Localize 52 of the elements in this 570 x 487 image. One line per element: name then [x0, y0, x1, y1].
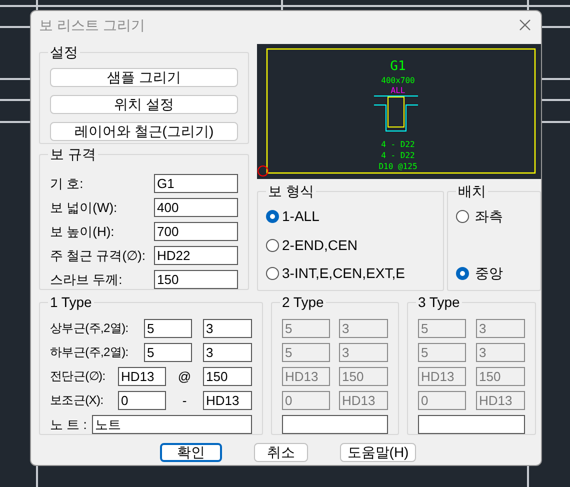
- radio-option[interactable]: 3-INT,E,CEN,EXT,E: [266, 263, 443, 284]
- radio-button[interactable]: [456, 267, 469, 280]
- input-field[interactable]: 700: [154, 222, 238, 241]
- input-field[interactable]: 노트: [92, 415, 252, 434]
- beam-section-drawing: [374, 96, 418, 132]
- rebar-label: 4 - D22: [381, 151, 415, 160]
- settings-button[interactable]: 레이어와 철근(그리기): [50, 122, 238, 141]
- dialog-button[interactable]: 취소: [254, 443, 308, 462]
- input-field[interactable]: 400: [154, 198, 238, 217]
- field-label: 보 넓이(W):: [50, 199, 118, 217]
- radio-option[interactable]: 2-END,CEN: [266, 234, 443, 256]
- field-label: 노 트 :: [50, 416, 88, 434]
- input-field[interactable]: 150: [154, 270, 238, 289]
- radio-option[interactable]: 좌측: [456, 206, 540, 227]
- field-label: 보 높이(H):: [50, 223, 114, 241]
- input-field[interactable]: 3: [203, 319, 252, 338]
- radio-button[interactable]: [266, 238, 279, 252]
- input-field[interactable]: 5: [144, 343, 192, 362]
- input-field[interactable]: 150: [203, 367, 252, 386]
- input-field[interactable]: G1: [154, 174, 238, 193]
- settings-button[interactable]: 샘플 그리기: [50, 68, 238, 87]
- field-label: 상부근(주,2열):: [50, 320, 130, 337]
- field-label: 기 호:: [50, 175, 84, 193]
- close-icon[interactable]: [517, 17, 533, 33]
- separator-label: -: [181, 392, 188, 410]
- radio-option[interactable]: 1-ALL: [266, 206, 443, 227]
- radio-button[interactable]: [266, 267, 279, 280]
- input-field[interactable]: 5: [144, 319, 192, 338]
- radio-option[interactable]: 중앙: [456, 263, 540, 284]
- input-field[interactable]: HD13: [203, 391, 252, 410]
- settings-button[interactable]: 위치 설정: [50, 95, 238, 114]
- input-field[interactable]: 0: [118, 391, 166, 410]
- size-label: 400x700: [381, 76, 415, 85]
- window-title: 보 리스트 그리기: [39, 16, 145, 34]
- radio-button[interactable]: [456, 210, 469, 223]
- radio-button[interactable]: [266, 210, 279, 223]
- beam-title: G1: [390, 59, 406, 74]
- field-label: 보조근(X):: [50, 392, 104, 409]
- type-label: ALL: [390, 86, 406, 95]
- input-field[interactable]: HD22: [154, 246, 238, 265]
- input-field[interactable]: 3: [203, 343, 252, 362]
- field-label: 스라브 두께:: [50, 271, 122, 289]
- dialog-button[interactable]: 도움말(H): [340, 443, 416, 462]
- separator-label: @: [176, 368, 192, 386]
- rebar-label: D10 @125: [378, 162, 418, 171]
- field-label: 전단근(∅):: [50, 368, 106, 385]
- rebar-label: 4 - D22: [381, 140, 415, 149]
- field-label: 하부근(주,2열):: [50, 344, 130, 361]
- field-label: 주 철근 규격(∅):: [50, 247, 146, 265]
- dialog-button[interactable]: 확인: [160, 443, 222, 462]
- input-field[interactable]: HD13: [118, 367, 166, 386]
- marker-icon: [258, 166, 268, 176]
